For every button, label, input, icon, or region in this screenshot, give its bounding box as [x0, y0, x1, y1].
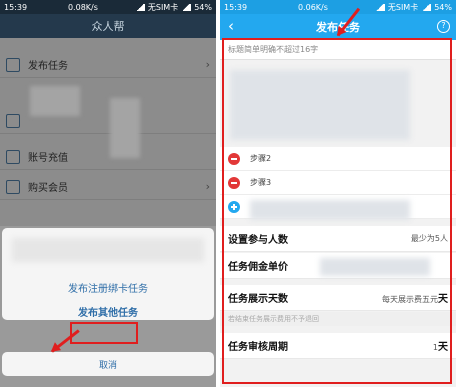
field-value: 最少为5人	[410, 234, 448, 243]
page-title: 众人帮	[0, 14, 216, 38]
menu-item-publish-task[interactable]: 发布任务 ›	[0, 52, 216, 78]
cancel-panel: 取消	[2, 352, 214, 376]
field-value: 每天展示费五元天	[382, 290, 448, 305]
remove-step-icon[interactable]	[228, 152, 240, 165]
redacted-region	[30, 86, 80, 116]
side-menu: 发布任务 › 账号充值 购买会员 ›	[0, 38, 216, 228]
menu-item-label: 发布任务	[28, 61, 68, 72]
field-label: 任务审核周期	[228, 342, 288, 353]
refund-note: 若结束任务展示费用不予退回	[220, 312, 456, 326]
field-label: 设置参与人数	[228, 235, 288, 246]
left-phone-screen: 15:39 0.08K/s 无SIM卡 54% 众人帮 发布任务 › 账号充值 …	[0, 0, 216, 387]
back-arrow-icon[interactable]: ‹	[228, 17, 234, 35]
status-time: 15:39	[4, 2, 28, 12]
publish-card-task-button[interactable]: 发布注册绑卡任务	[2, 280, 214, 295]
chart-icon	[6, 113, 20, 128]
field-unit: 天	[438, 294, 448, 305]
step-row: 步骤3	[220, 171, 456, 195]
cancel-button[interactable]: 取消	[2, 358, 214, 371]
field-label: 任务佣金单价	[228, 262, 288, 273]
action-sheet-panel: 发布注册绑卡任务 发布其他任务	[2, 228, 214, 320]
battery-percent: 54%	[434, 2, 452, 12]
status-bar: 15:39 0.08K/s 无SIM卡 54%	[0, 0, 216, 14]
wifi-icon	[134, 3, 145, 11]
display-days-field[interactable]: 任务展示天数 每天展示费五元天	[220, 285, 456, 311]
right-phone-screen: 15:39 0.06K/s 无SIM卡 54% ‹ 发布任务 ? 标题简单明确不…	[220, 0, 456, 387]
menu-item-recharge[interactable]: 账号充值	[0, 144, 216, 170]
status-bar: 15:39 0.06K/s 无SIM卡 54%	[220, 0, 456, 14]
redacted-region	[12, 238, 204, 262]
redacted-region	[320, 258, 430, 276]
redacted-region	[110, 98, 140, 158]
field-value-hint: 每天展示费五元	[382, 295, 438, 304]
review-period-field[interactable]: 任务审核周期 1天	[220, 333, 456, 359]
step-label: 步骤2	[250, 154, 272, 163]
edit-icon	[6, 57, 20, 72]
publish-other-task-button[interactable]: 发布其他任务	[2, 304, 214, 319]
status-carrier: 无SIM卡	[147, 2, 179, 12]
menu-item-label: 账号充值	[28, 153, 68, 164]
chevron-right-icon: ›	[205, 58, 210, 71]
participants-field[interactable]: 设置参与人数 最少为5人	[220, 226, 456, 252]
wallet-icon	[6, 149, 20, 164]
chevron-right-icon: ›	[205, 180, 210, 193]
step-label: 步骤3	[250, 178, 272, 187]
cart-icon	[6, 179, 20, 194]
battery-percent: 54%	[194, 2, 212, 12]
action-sheet-overlay: 发布注册绑卡任务 发布其他任务 取消	[0, 226, 216, 387]
signal-icon	[421, 3, 432, 11]
status-carrier: 无SIM卡	[387, 2, 419, 12]
field-label: 任务展示天数	[228, 294, 288, 305]
field-value: 1天	[433, 338, 448, 353]
highlight-box	[70, 322, 138, 344]
remove-step-icon[interactable]	[228, 176, 240, 189]
step-row: 步骤2	[220, 147, 456, 171]
signal-icon	[181, 3, 192, 11]
publish-task-form: 标题简单明确不超过16字 步骤2 步骤3 设置参与人数 最少为5人 任务佣金单价…	[220, 40, 456, 387]
menu-item-label: 购买会员	[28, 183, 68, 194]
redacted-region	[250, 200, 410, 220]
status-speed: 0.08K/s	[67, 2, 98, 12]
status-time: 15:39	[224, 2, 248, 12]
field-unit: 天	[438, 342, 448, 353]
title-input[interactable]: 标题简单明确不超过16字	[220, 40, 456, 60]
help-icon[interactable]: ?	[437, 20, 450, 33]
menu-item-buy-membership[interactable]: 购买会员 ›	[0, 174, 216, 200]
redacted-region	[230, 70, 410, 140]
wifi-icon	[374, 3, 385, 11]
add-step-icon[interactable]	[228, 200, 240, 213]
